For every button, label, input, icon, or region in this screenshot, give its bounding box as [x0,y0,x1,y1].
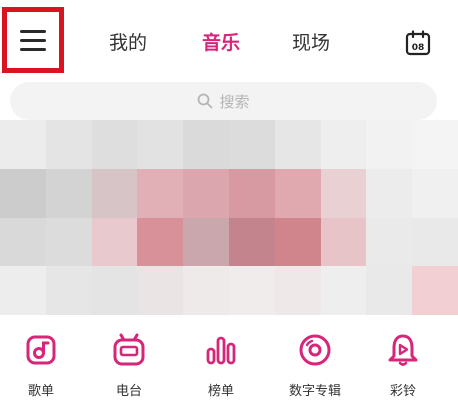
album-icon [299,334,331,366]
banner-mosaic-tile [366,266,413,315]
radio-icon [113,333,145,366]
chart-icon [206,336,236,365]
banner-mosaic-tile [320,120,367,169]
banner-mosaic-tile [0,168,46,218]
banner-mosaic-tile [91,217,138,267]
calendar-day-number: 08 [412,43,425,53]
quick-item-ringtone[interactable]: 彩铃 [358,320,448,402]
banner-mosaic-tile [183,120,229,169]
hamburger-icon [20,30,46,51]
quick-item-charts[interactable]: 榜单 [176,320,266,402]
banner-mosaic-tile [412,266,458,315]
banner-mosaic-tile [0,217,46,267]
banner-mosaic-tile [274,168,321,218]
banner-mosaic-tile [366,168,413,218]
banner-mosaic-tile [0,120,46,169]
banner-mosaic-tile [320,217,367,267]
quick-item-label: 榜单 [207,384,234,399]
banner-mosaic-tile [228,217,275,267]
banner-mosaic-tile [274,217,321,267]
banner-mosaic-tile [366,217,413,267]
banner-mosaic-tile [412,168,458,218]
calendar-button[interactable]: 08 [405,30,431,56]
banner-mosaic-tile [91,266,138,315]
playlist-icon [26,335,56,365]
quick-item-label: 数字专辑 [288,384,341,399]
banner-mosaic-tile [412,217,458,267]
banner-mosaic-tile [45,120,92,169]
banner-mosaic-tile [91,168,138,218]
banner-carousel[interactable] [0,120,458,315]
banner-mosaic-tile [45,266,92,315]
calendar-icon: 08 [405,30,431,56]
ringtone-bell-icon [388,334,418,366]
quick-item-label: 彩铃 [389,384,416,399]
banner-mosaic-tile [91,120,138,169]
quick-access-row: 歌单 电台 榜单 数字专辑 彩铃 [0,320,458,402]
tab-music[interactable]: 音乐 [202,30,240,56]
banner-mosaic-tile [228,120,275,169]
banner-mosaic-tile [320,266,367,315]
banner-mosaic-tile [320,168,367,218]
banner-mosaic-tile [412,120,458,169]
quick-item-label: 歌单 [27,384,54,399]
banner-mosaic-tile [137,217,184,267]
banner-mosaic-tile [228,168,275,218]
quick-item-playlist[interactable]: 歌单 [0,320,86,402]
search-bar[interactable]: 搜索 [10,82,437,120]
banner-mosaic-tile [137,168,184,218]
banner-mosaic-tile [137,266,184,315]
quick-item-digital-album[interactable]: 数字专辑 [270,320,360,402]
quick-item-label: 电台 [115,384,142,399]
banner-mosaic-tile [0,266,46,315]
banner-mosaic-tile [228,266,275,315]
menu-button[interactable] [2,7,64,73]
tab-mine[interactable]: 我的 [109,30,147,56]
search-placeholder: 搜索 [219,92,250,111]
tab-live[interactable]: 现场 [292,30,330,56]
banner-mosaic-tile [183,168,229,218]
banner-mosaic-tile [274,120,321,169]
banner-mosaic-tile [45,217,92,267]
quick-item-radio[interactable]: 电台 [84,320,174,402]
top-bar: 我的 音乐 现场 08 [0,0,458,80]
banner-mosaic-tile [274,266,321,315]
banner-mosaic-tile [45,168,92,218]
banner-mosaic-tile [137,120,184,169]
search-icon [198,93,213,109]
banner-mosaic-tile [183,266,229,315]
banner-mosaic-tile [183,217,229,267]
banner-mosaic-tile [366,120,413,169]
